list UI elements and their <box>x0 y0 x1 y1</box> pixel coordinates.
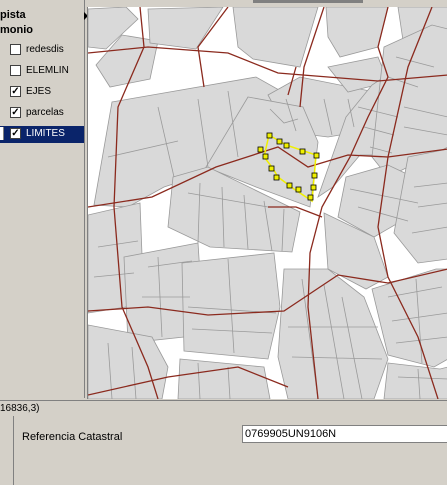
map-view[interactable] <box>87 7 447 399</box>
ref-catastral-label: Referencia Catastral <box>22 431 123 443</box>
selection-handle <box>313 152 320 159</box>
map-top-tab <box>253 0 363 3</box>
panel-subtitle: monio <box>0 24 33 36</box>
selection-handle <box>295 186 302 193</box>
layers-panel: pista monio redesdis ELEMLIN ✓ EJES ✓ pa… <box>0 0 85 398</box>
layer-label: EJES <box>26 86 52 97</box>
map-canvas[interactable] <box>88 7 447 399</box>
selection-handle <box>299 148 306 155</box>
layer-label: redesdis <box>26 44 64 55</box>
info-panel: Referencia Catastral <box>0 416 447 485</box>
ref-catastral-field[interactable] <box>242 425 447 443</box>
selection-handle <box>310 184 317 191</box>
status-bar: 16836,3) <box>0 400 447 417</box>
selection-handle <box>273 174 280 181</box>
info-left-strip <box>0 416 14 485</box>
layer-checkbox-parcelas[interactable]: ✓ <box>10 107 21 118</box>
selection-handle <box>311 172 318 179</box>
layer-row-redesdis[interactable]: redesdis <box>0 42 84 59</box>
coordinate-readout: 16836,3) <box>0 403 40 414</box>
layer-row-elemlin[interactable]: ELEMLIN <box>0 63 84 80</box>
layer-checkbox-limites[interactable]: ✓ <box>10 128 21 139</box>
selection-handle <box>276 138 283 145</box>
panel-title: pista <box>0 9 26 21</box>
layer-checkbox-elemlin[interactable] <box>10 65 21 76</box>
layer-checkbox-redesdis[interactable] <box>10 44 21 55</box>
layer-label: LIMITES <box>26 128 65 139</box>
layer-checkbox-ejes[interactable]: ✓ <box>10 86 21 97</box>
layer-row-parcelas[interactable]: ✓ parcelas <box>0 105 84 122</box>
layer-row-limites[interactable]: ✓ LIMITES <box>0 126 84 143</box>
layer-label: parcelas <box>26 107 64 118</box>
layer-label: ELEMLIN <box>26 65 69 76</box>
selection-handle <box>262 153 269 160</box>
selection-handle <box>268 165 275 172</box>
selection-handle <box>257 146 264 153</box>
city-block <box>383 362 447 399</box>
layer-edge-marker <box>0 127 4 140</box>
selection-handle <box>283 142 290 149</box>
selection-handle <box>286 182 293 189</box>
selection-handle <box>307 194 314 201</box>
layer-row-ejes[interactable]: ✓ EJES <box>0 84 84 101</box>
selection-handle <box>266 132 273 139</box>
